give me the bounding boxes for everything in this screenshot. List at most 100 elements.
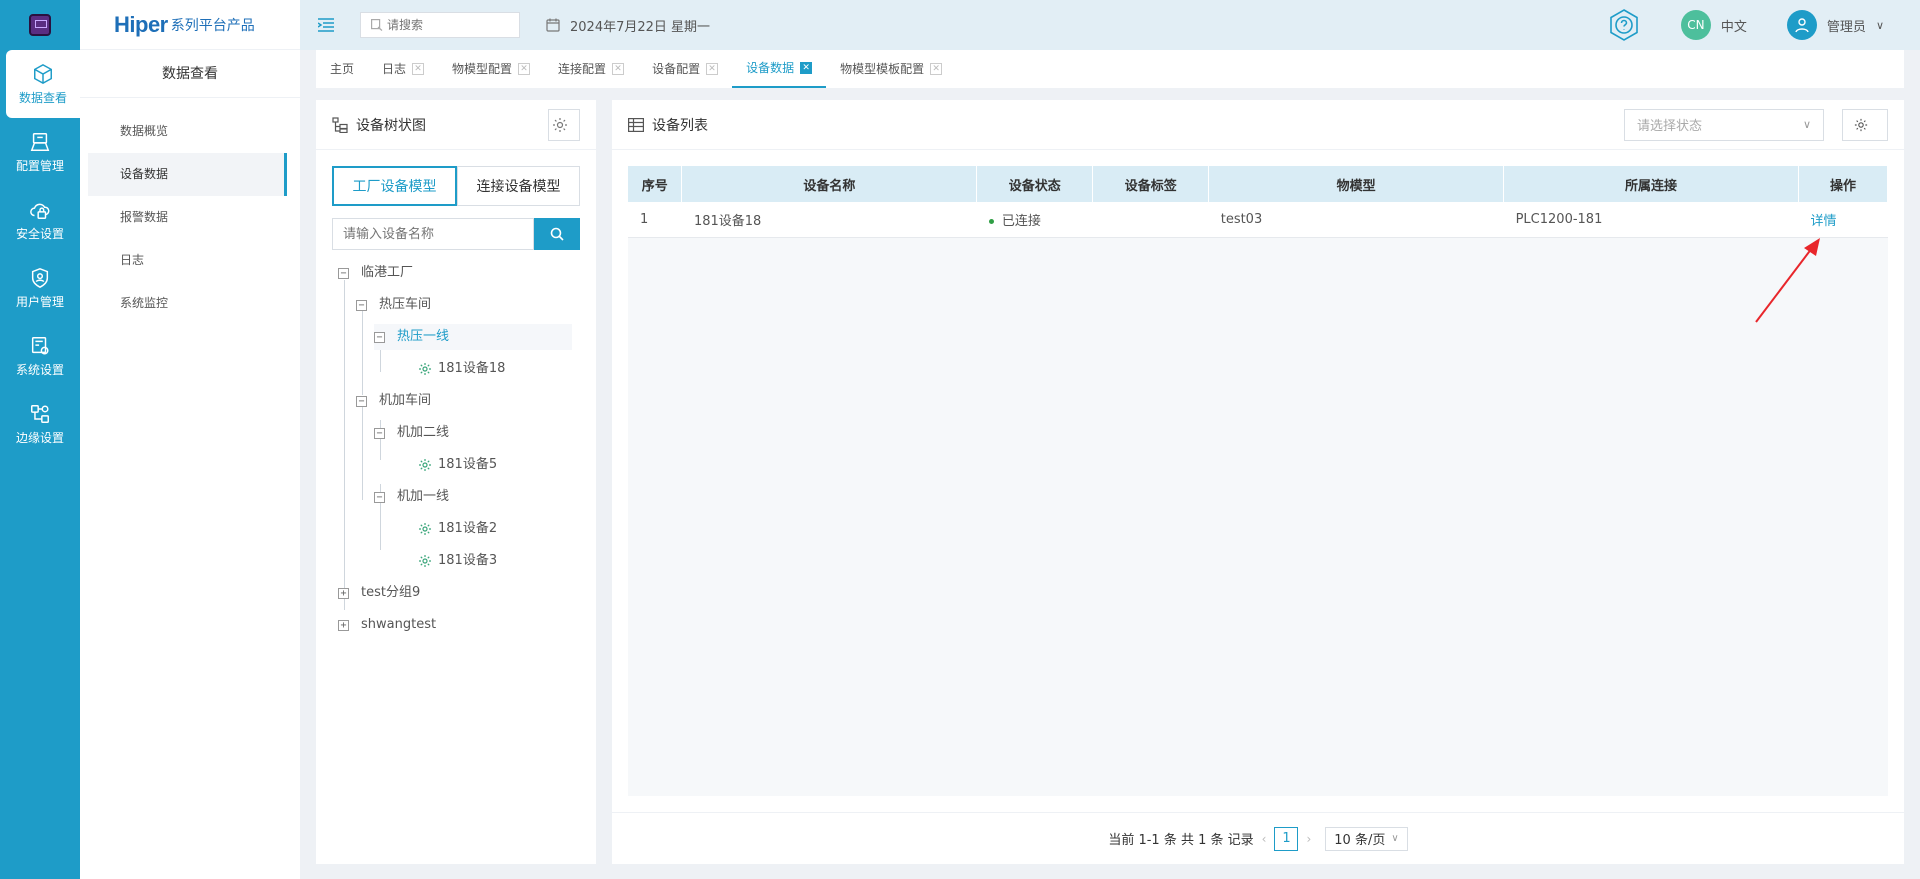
current-date: 2024年7月22日 星期一 (546, 16, 710, 35)
rail-item-label: 用户管理 (15, 294, 64, 309)
menu-toggle-icon[interactable] (316, 15, 336, 35)
cell-status: 已连接 (976, 202, 1093, 238)
subnav-item-system-monitor[interactable]: 系统监控 (88, 282, 287, 325)
close-icon[interactable]: ✕ (612, 63, 625, 75)
rail-item-users[interactable]: 用户管理 (0, 254, 80, 322)
rail-item-edge[interactable]: 边缘设置 (0, 390, 80, 458)
prev-page-button[interactable]: ‹ (1262, 832, 1267, 846)
device-gear-icon (419, 523, 431, 535)
subnav-item-device-data[interactable]: 设备数据 (88, 153, 287, 196)
model-tabs: 工厂设备模型 连接设备模型 (332, 166, 580, 206)
rail-item-system[interactable]: 系统设置 (0, 322, 80, 390)
tree-node[interactable]: 181设备5 (418, 452, 497, 478)
tree-node-label: test分组9 (361, 585, 421, 600)
collapse-icon[interactable]: − (356, 395, 367, 407)
user-menu[interactable]: 管理员 ∨ (1786, 10, 1884, 40)
rail-item-config[interactable]: 配置管理 (0, 118, 80, 186)
help-icon[interactable] (1607, 8, 1641, 42)
subnav-item-logs[interactable]: 日志 (88, 239, 287, 282)
device-tree: − 临港工厂 − 热压车间 − 热压一线 181设备18 − 机加车间 − 机加二线 18… (316, 260, 596, 640)
tree-node[interactable]: 181设备2 (418, 516, 497, 542)
tab-thing-model-config[interactable]: 物模型配置 ✕ (438, 50, 544, 88)
cell-connection: PLC1200-181 (1503, 202, 1799, 238)
collapse-icon[interactable]: − (374, 491, 385, 503)
system-settings-icon (31, 336, 49, 355)
language-switch[interactable]: CN 中文 (1680, 10, 1747, 40)
global-search[interactable] (360, 12, 520, 38)
device-tree-panel: 设备树状图 工厂设备模型 连接设备模型 −临港工厂 −热压车间 −热压一线 18… (316, 100, 596, 864)
status-select[interactable]: 请选择状态 ∨ (1624, 108, 1824, 141)
device-table: 序号 设备名称 设备状态 设备标签 物模型 所属连接 操作 1 181设备18 … (628, 166, 1889, 238)
page-number-button[interactable]: 1 (1274, 826, 1299, 851)
tab-device-data[interactable]: 设备数据 ✕ (732, 50, 827, 88)
rail-item-security[interactable]: 安全设置 (0, 186, 80, 254)
app-logo (0, 0, 80, 50)
chevron-down-icon: ∨ (1802, 118, 1811, 131)
tab-connection-model[interactable]: 连接设备模型 (457, 166, 580, 206)
column-header: 操作 (1798, 166, 1889, 202)
chevron-down-icon: ∨ (1875, 18, 1884, 32)
device-name-input[interactable] (332, 218, 534, 250)
tab-label: 主页 (330, 62, 355, 76)
device-list-panel: 设备列表 请选择状态 ∨ 序号 设备名称 设备状态 设备标签 物模型 所属连接 (612, 100, 1904, 864)
collapse-icon[interactable]: − (374, 427, 385, 439)
edge-nodes-icon (31, 404, 49, 423)
close-icon[interactable]: ✕ (930, 63, 943, 75)
cell-action: 详情 (1798, 202, 1888, 238)
tree-node[interactable]: + test分组9 (338, 580, 420, 606)
tab-label: 物模型模板配置 (840, 62, 925, 76)
search-input[interactable] (387, 18, 507, 32)
rail-item-data-view[interactable]: 数据查看 (6, 50, 80, 118)
tab-label: 设备配置 (652, 62, 701, 76)
table-icon (628, 117, 644, 132)
tree-node-label: 181设备18 (438, 361, 506, 376)
list-settings-button[interactable] (1842, 108, 1888, 141)
config-icon (30, 132, 50, 151)
tree-node[interactable]: − 机加车间 (356, 388, 431, 414)
close-icon[interactable]: ✕ (518, 63, 531, 75)
tab-factory-model[interactable]: 工厂设备模型 (332, 166, 457, 206)
subnav-item-alarm-data[interactable]: 报警数据 (88, 196, 287, 239)
tree-panel-header: 设备树状图 (316, 100, 596, 150)
tree-settings-button[interactable] (548, 108, 580, 141)
page-size-select[interactable]: 10 条/页 ∨ (1325, 826, 1408, 851)
tree-icon (332, 116, 348, 133)
tree-node[interactable]: − 机加一线 (374, 484, 449, 510)
tree-node-label: 临港工厂 (361, 265, 414, 280)
next-page-button[interactable]: › (1306, 832, 1311, 846)
tab-thing-model-template-config[interactable]: 物模型模板配置 ✕ (826, 50, 956, 88)
close-icon[interactable]: ✕ (800, 62, 813, 74)
close-icon[interactable]: ✕ (412, 63, 425, 75)
table-header-row: 序号 设备名称 设备状态 设备标签 物模型 所属连接 操作 (628, 166, 1889, 202)
pagination: 当前 1-1 条 共 1 条 记录 ‹ 1 › 10 条/页 ∨ (612, 812, 1904, 864)
tab-device-config[interactable]: 设备配置 ✕ (638, 50, 732, 88)
subnav-item-overview[interactable]: 数据概览 (88, 110, 287, 153)
pagination-summary: 当前 1-1 条 共 1 条 记录 (1108, 833, 1254, 848)
status-select-placeholder: 请选择状态 (1637, 119, 1703, 134)
expand-icon[interactable]: + (338, 587, 349, 599)
tree-node[interactable]: − 临港工厂 (338, 260, 413, 286)
collapse-icon[interactable]: − (374, 331, 385, 343)
tree-node[interactable]: − 机加二线 (374, 420, 449, 446)
top-header: 2024年7月22日 星期一 CN 中文 管理员 ∨ (300, 0, 1920, 50)
tree-search-button[interactable] (534, 218, 580, 250)
tab-connection-config[interactable]: 连接配置 ✕ (544, 50, 638, 88)
tab-logs[interactable]: 日志 ✕ (368, 50, 438, 88)
tree-node[interactable]: 181设备3 (418, 548, 497, 574)
tree-node[interactable]: − 热压车间 (356, 292, 431, 318)
tab-home[interactable]: 主页 (316, 50, 368, 88)
collapse-icon[interactable]: − (356, 299, 367, 311)
tree-node[interactable]: + shwangtest (338, 612, 436, 638)
tab-label: 日志 (382, 62, 407, 76)
rail-item-label: 配置管理 (15, 158, 64, 173)
collapse-icon[interactable]: − (338, 267, 349, 279)
details-link[interactable]: 详情 (1810, 214, 1836, 229)
tree-node[interactable]: 181设备18 (418, 356, 505, 382)
cell-model: test03 (1208, 202, 1504, 238)
close-icon[interactable]: ✕ (706, 63, 719, 75)
logo-icon (29, 14, 51, 36)
tree-node-label: 机加二线 (397, 425, 450, 440)
expand-icon[interactable]: + (338, 619, 349, 631)
tree-node-selected[interactable]: − 热压一线 (374, 324, 572, 350)
date-text: 2024年7月22日 星期一 (570, 19, 711, 35)
